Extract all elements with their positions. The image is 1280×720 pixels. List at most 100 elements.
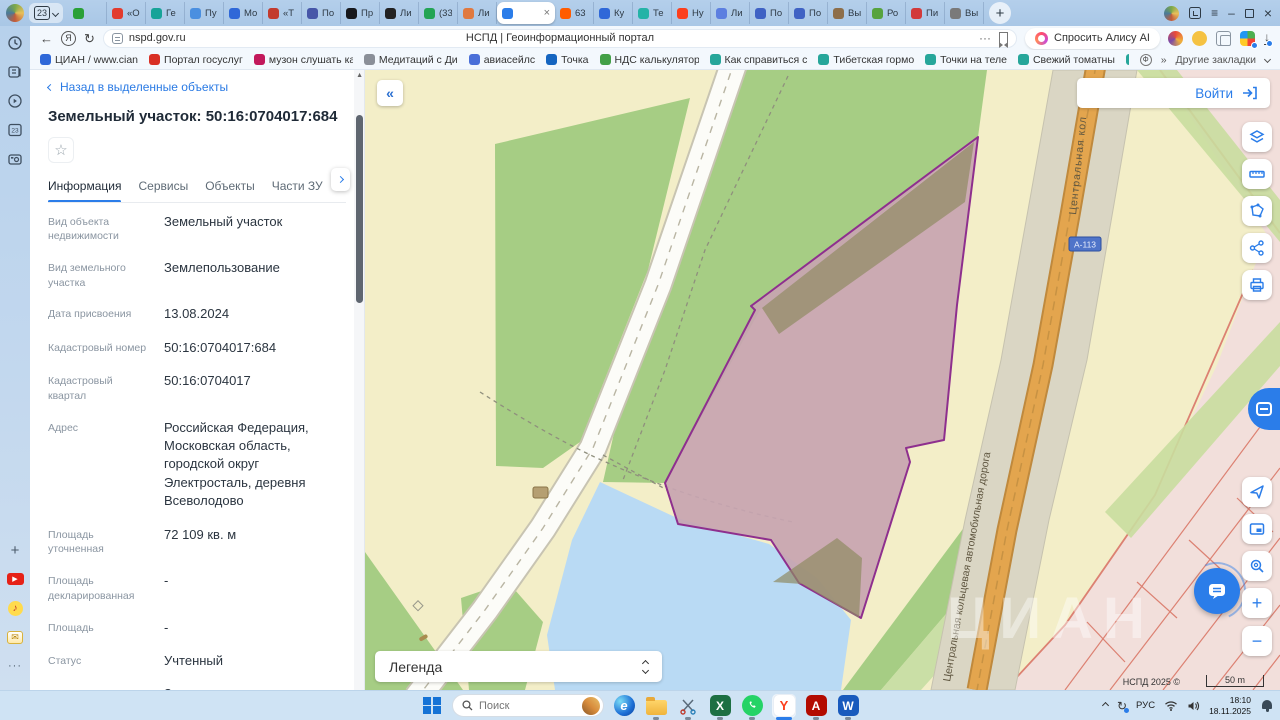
panel-tab[interactable]: Части ЗУ bbox=[272, 179, 323, 193]
browser-tab[interactable]: «О × bbox=[107, 2, 146, 24]
favorite-star-button[interactable]: ☆ bbox=[48, 137, 74, 163]
tray-expand-icon[interactable] bbox=[1102, 702, 1109, 709]
browser-tab[interactable]: 63 × bbox=[555, 2, 594, 24]
map-canvas[interactable]: Центральная кол Центральная кольцевая ав… bbox=[365, 70, 1280, 690]
bookmark-item[interactable]: Тибетская гормо bbox=[818, 54, 914, 66]
login-button[interactable]: Войти bbox=[1077, 78, 1270, 108]
acrobat-icon[interactable]: A bbox=[804, 694, 828, 718]
rail-more-icon[interactable]: ··· bbox=[4, 655, 26, 677]
back-to-selected-link[interactable]: Назад в выделенные объекты bbox=[48, 80, 346, 94]
support-chat-button[interactable] bbox=[1194, 568, 1240, 614]
address-more-icon[interactable]: ··· bbox=[979, 31, 991, 45]
locate-me-button[interactable] bbox=[1242, 477, 1272, 507]
window-minimize-button[interactable]: – bbox=[1228, 7, 1235, 19]
bookmark-item[interactable]: Портал госуслуг bbox=[149, 54, 243, 66]
notifications-icon[interactable] bbox=[1260, 699, 1274, 713]
history-icon[interactable] bbox=[4, 32, 26, 54]
word-icon[interactable]: W bbox=[836, 694, 860, 718]
whatsapp-icon[interactable] bbox=[740, 694, 764, 718]
wifi-icon[interactable] bbox=[1164, 700, 1178, 711]
new-tab-button[interactable]: + bbox=[989, 2, 1011, 24]
ruler-button[interactable] bbox=[1242, 159, 1272, 189]
add-panel-icon[interactable]: + bbox=[4, 539, 26, 561]
browser-tab[interactable]: Ну × bbox=[672, 2, 711, 24]
panel-tab[interactable]: Объекты bbox=[205, 179, 255, 193]
browser-tab[interactable]: «Т × bbox=[263, 2, 302, 24]
copy-pages-icon[interactable] bbox=[1216, 31, 1231, 46]
browser-profile-avatar[interactable] bbox=[6, 4, 24, 22]
browser-tab[interactable]: Те × bbox=[633, 2, 672, 24]
taskbar-clock[interactable]: 18:10 18.11.2025 bbox=[1209, 695, 1251, 715]
browser-tab[interactable]: По × bbox=[789, 2, 828, 24]
browser-tab[interactable]: Пу × bbox=[185, 2, 224, 24]
browser-tab[interactable]: Вы × bbox=[828, 2, 867, 24]
yandex-home-button[interactable]: Я bbox=[61, 31, 76, 46]
bookmarks-overflow-icon[interactable]: » bbox=[1161, 54, 1167, 66]
sync-profile-avatar[interactable] bbox=[1164, 6, 1179, 21]
minimap-button[interactable] bbox=[1242, 514, 1272, 544]
browser-tab[interactable]: × bbox=[68, 2, 107, 24]
bookmark-item[interactable]: Точка bbox=[546, 54, 588, 66]
search-input[interactable] bbox=[479, 700, 576, 712]
start-button[interactable] bbox=[420, 694, 444, 718]
print-button[interactable] bbox=[1242, 270, 1272, 300]
browser-tab[interactable]: Ге × bbox=[146, 2, 185, 24]
browser-tab[interactable]: × bbox=[497, 2, 555, 24]
downloads-icon[interactable] bbox=[1189, 7, 1201, 19]
browser-tab[interactable]: (33 × bbox=[419, 2, 458, 24]
alice-ai-button[interactable]: Спросить Алису AI bbox=[1025, 28, 1160, 49]
browser-tab[interactable]: Ли × bbox=[380, 2, 419, 24]
extension-icon[interactable] bbox=[1168, 31, 1183, 46]
tabs-scroll-right-button[interactable] bbox=[331, 168, 350, 191]
layers-button[interactable] bbox=[1242, 122, 1272, 152]
bookmark-item[interactable]: музон слушать ка bbox=[254, 54, 353, 66]
panel-tab[interactable]: Сервисы bbox=[138, 179, 188, 193]
bookmark-item[interactable]: Точки на теле bbox=[925, 54, 1007, 66]
bookmark-icon[interactable] bbox=[999, 32, 1008, 44]
tab-counter-button[interactable]: 23 bbox=[29, 3, 63, 23]
browser-tab[interactable]: По × bbox=[302, 2, 341, 24]
edge-icon[interactable]: e bbox=[612, 694, 636, 718]
zoom-out-button[interactable]: − bbox=[1242, 626, 1272, 656]
browser-tab[interactable]: По × bbox=[750, 2, 789, 24]
screenshot-icon[interactable] bbox=[4, 148, 26, 170]
taskbar-search[interactable] bbox=[452, 694, 604, 717]
browser-tab[interactable]: Ли × bbox=[458, 2, 497, 24]
bookmark-item[interactable]: Свежий томатны bbox=[1018, 54, 1115, 66]
address-bar[interactable]: nspd.gov.ru НСПД | Геоинформационный пор… bbox=[103, 29, 1017, 48]
bookmark-item[interactable]: авиасейлс bbox=[469, 54, 535, 66]
yandex-mail-icon[interactable]: ✉ bbox=[4, 626, 26, 648]
bookmark-item[interactable]: НДС калькулятор bbox=[600, 54, 699, 66]
yandex-browser-icon[interactable]: Y bbox=[772, 694, 796, 718]
youtube-icon[interactable]: ▶ bbox=[4, 568, 26, 590]
volume-icon[interactable] bbox=[1187, 700, 1200, 712]
refresh-button[interactable]: ↻ bbox=[84, 32, 95, 45]
bookmark-item[interactable]: ЦИАН / www.cian bbox=[40, 54, 138, 66]
bookmark-f-icon[interactable]: Ф bbox=[1140, 54, 1152, 66]
panel-scrollbar-thumb[interactable] bbox=[356, 115, 363, 303]
browser-tab[interactable]: Пи × bbox=[906, 2, 945, 24]
extension-grid-icon[interactable] bbox=[1240, 31, 1255, 46]
zoom-in-button[interactable]: + bbox=[1242, 588, 1272, 618]
sync-status-icon[interactable]: ↻ bbox=[1117, 699, 1127, 713]
panel-collapse-button[interactable]: « bbox=[377, 80, 403, 106]
search-area-button[interactable] bbox=[1242, 551, 1272, 581]
snipping-tool-icon[interactable] bbox=[676, 694, 700, 718]
browser-tab[interactable]: Мо × bbox=[224, 2, 263, 24]
excel-icon[interactable]: X bbox=[708, 694, 732, 718]
browser-tab[interactable]: Ли × bbox=[711, 2, 750, 24]
tab-close-icon[interactable]: × bbox=[544, 8, 550, 19]
file-explorer-icon[interactable] bbox=[644, 694, 668, 718]
browser-tab[interactable]: Пр × bbox=[341, 2, 380, 24]
extension-icon[interactable] bbox=[1192, 31, 1207, 46]
feed-icon[interactable] bbox=[4, 61, 26, 83]
browser-tab[interactable]: Вы × bbox=[945, 2, 984, 24]
window-close-button[interactable]: × bbox=[1264, 6, 1272, 20]
site-info-icon[interactable] bbox=[112, 33, 123, 44]
other-bookmarks-button[interactable]: Другие закладки bbox=[1176, 54, 1256, 66]
language-indicator[interactable]: РУС bbox=[1136, 700, 1155, 711]
window-restore-button[interactable] bbox=[1245, 9, 1254, 18]
bookmark-item[interactable]: 5 лекарств на осн bbox=[1126, 54, 1129, 66]
legend-toggle[interactable]: Легенда bbox=[375, 651, 662, 682]
scrollbar-up-arrow[interactable]: ▲ bbox=[356, 72, 363, 79]
